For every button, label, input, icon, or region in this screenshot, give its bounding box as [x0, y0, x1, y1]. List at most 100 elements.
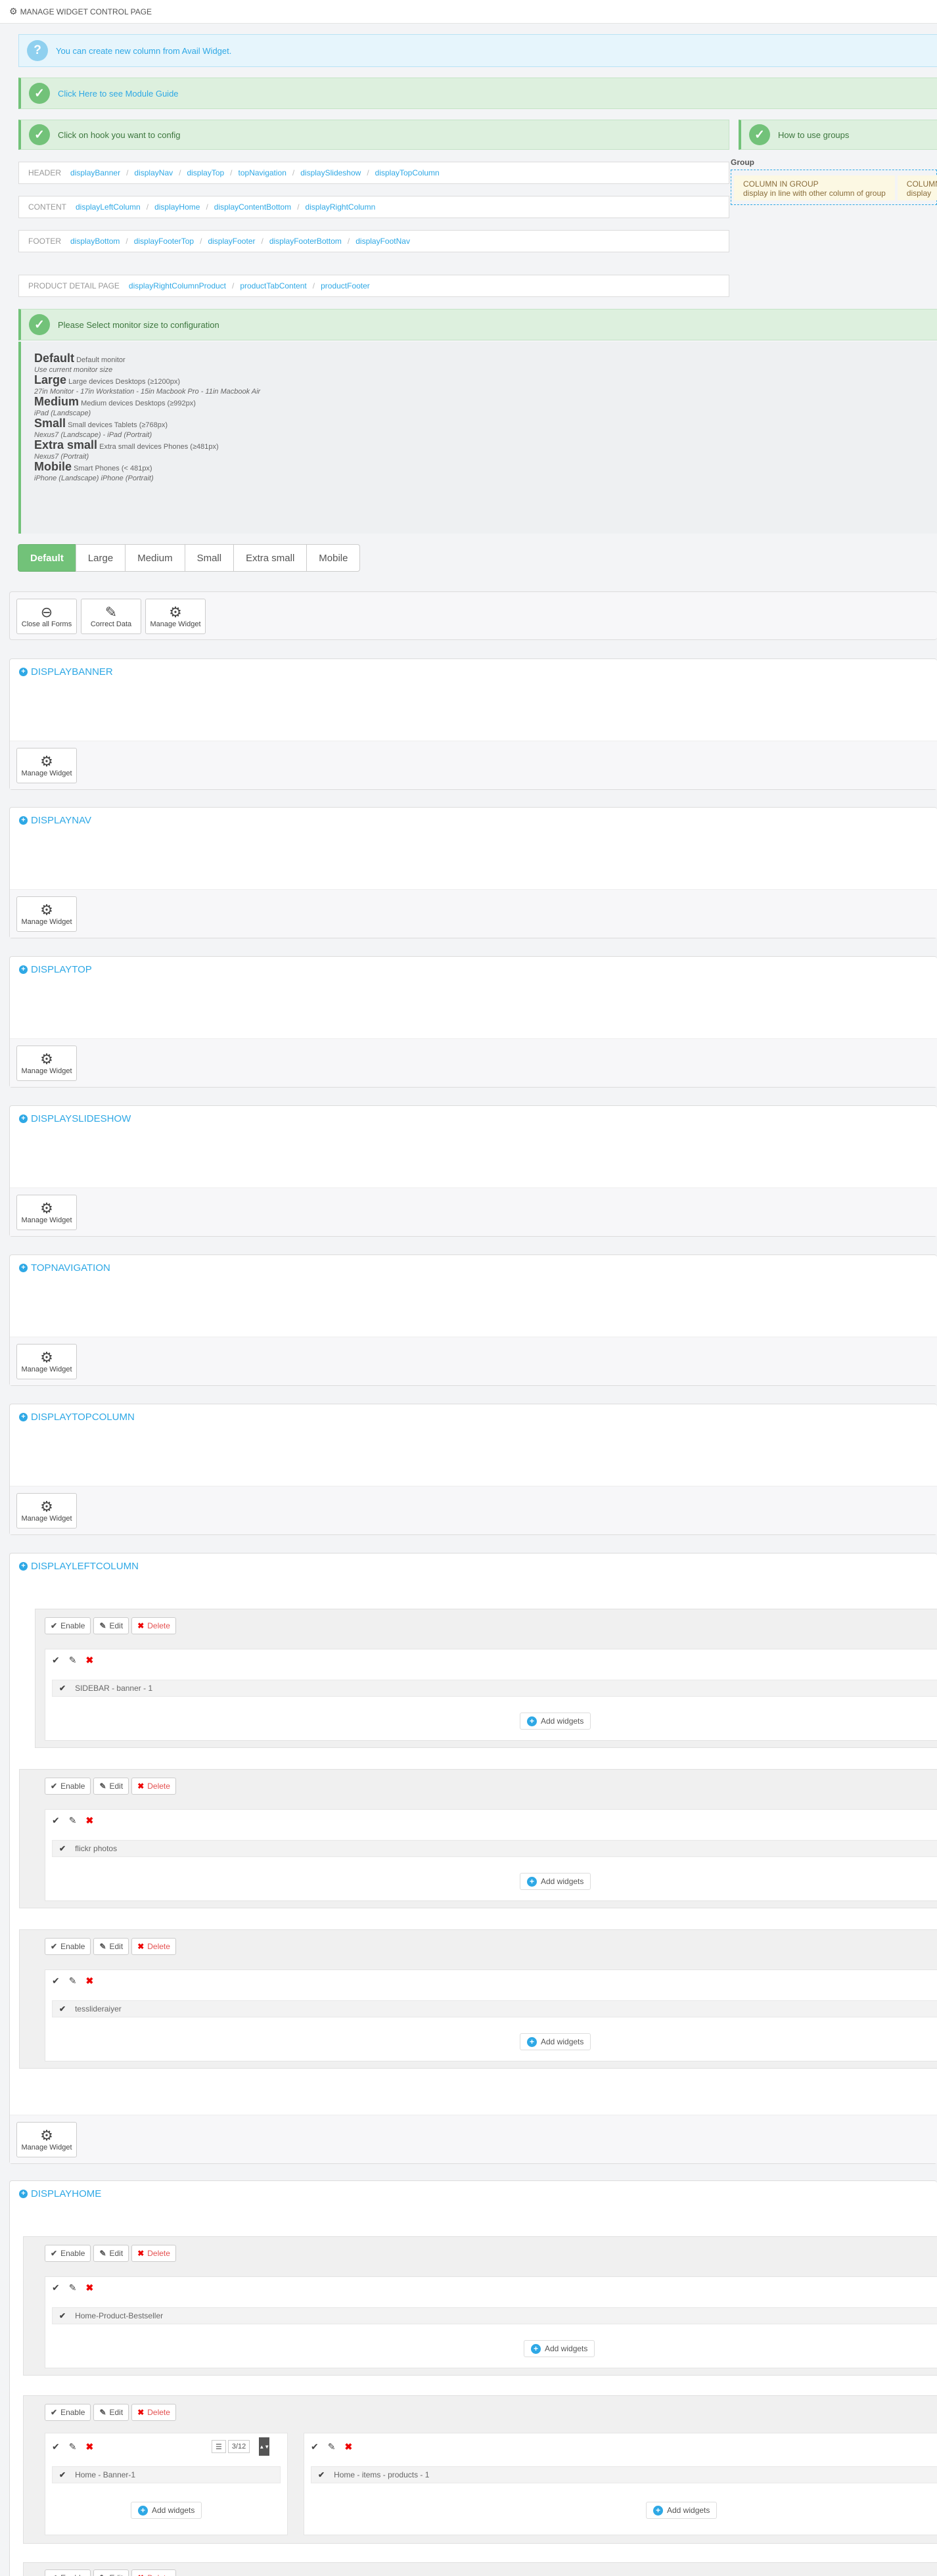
enable-button[interactable]: ✔Enable [45, 1778, 91, 1795]
widget-item[interactable]: ✔ Home - items - products - 1 [311, 2466, 937, 2483]
edit-button[interactable]: ✎Edit [93, 1938, 129, 1955]
hook-link-displaytop[interactable]: displayTop [187, 168, 224, 177]
add-widgets-button[interactable]: + Add widgets [520, 1713, 591, 1730]
hook-link-displayhome[interactable]: displayHome [154, 202, 200, 212]
hook-link-displayslideshow[interactable]: displaySlideshow [300, 168, 361, 177]
check-icon[interactable]: ✔ [52, 1975, 60, 1987]
manage-widget-button[interactable]: ⚙ Manage Widget [16, 1344, 77, 1379]
pencil-icon: ✎ [99, 1782, 106, 1791]
delete-button[interactable]: ✖Delete [131, 1938, 176, 1955]
guide-alert[interactable]: ✓ Click Here to see Module Guide [18, 78, 937, 109]
panel-heading[interactable]: + DISPLAYHOME [10, 2181, 937, 2206]
widget-item[interactable]: ✔ flickr photos [52, 1840, 937, 1857]
close-icon[interactable]: ✖ [85, 1655, 93, 1666]
size-button-default[interactable]: Default [18, 544, 76, 572]
add-widgets-button[interactable]: + Add widgets [524, 2340, 595, 2357]
check-icon[interactable]: ✔ [311, 2441, 319, 2452]
pencil-icon[interactable]: ✎ [69, 1815, 77, 1826]
hook-link-productfooter[interactable]: productFooter [321, 281, 370, 290]
hook-link-displayfooterbottom[interactable]: displayFooterBottom [269, 237, 342, 246]
add-widgets-button[interactable]: + Add widgets [646, 2502, 718, 2519]
edit-button[interactable]: ✎Edit [93, 1617, 129, 1634]
size-button-extra-small[interactable]: Extra small [233, 544, 308, 572]
sort-arrows-icon[interactable]: ▲▼ [259, 2437, 270, 2456]
check-icon[interactable]: ✔ [52, 2441, 60, 2452]
manage-widget-button[interactable]: ⚙ Manage Widget [145, 599, 206, 634]
edit-button[interactable]: ✎Edit [93, 2569, 129, 2576]
add-widgets-button[interactable]: + Add widgets [131, 2502, 202, 2519]
check-icon[interactable]: ✔ [52, 1655, 60, 1666]
hook-link-displayleftcolumn[interactable]: displayLeftColumn [76, 202, 141, 212]
manage-widget-button[interactable]: ⚙ Manage Widget [16, 1195, 77, 1230]
hook-link-displaynav[interactable]: displayNav [134, 168, 173, 177]
panel-heading[interactable]: + DISPLAYBANNER [10, 659, 937, 684]
delete-button[interactable]: ✖Delete [131, 2404, 176, 2421]
widget-item[interactable]: ✔ Home-Product-Bestseller [52, 2307, 937, 2324]
pencil-icon[interactable]: ✎ [69, 1975, 77, 1987]
close-icon[interactable]: ✖ [85, 2441, 93, 2452]
groups-help-text[interactable]: How to use groups [778, 130, 849, 140]
add-widgets-button[interactable]: + Add widgets [520, 1873, 591, 1890]
hook-link-topnavigation[interactable]: topNavigation [239, 168, 286, 177]
pencil-icon[interactable]: ✎ [69, 1655, 77, 1666]
add-widgets-button[interactable]: + Add widgets [520, 2033, 591, 2050]
edit-button[interactable]: ✎Edit [93, 2404, 129, 2421]
close-icon[interactable]: ✖ [85, 2282, 93, 2293]
hook-link-displayrightcolumnproduct[interactable]: displayRightColumnProduct [129, 281, 226, 290]
size-button-mobile[interactable]: Mobile [306, 544, 361, 572]
close-icon[interactable]: ✖ [344, 2441, 352, 2452]
panel-heading[interactable]: + TOPNAVIGATION [10, 1255, 937, 1280]
enable-button[interactable]: ✔Enable [45, 2404, 91, 2421]
hook-link-producttabcontent[interactable]: productTabContent [240, 281, 306, 290]
panel-heading[interactable]: + DISPLAYNAV [10, 808, 937, 833]
enable-button[interactable]: ✔Enable [45, 1617, 91, 1634]
pencil-icon[interactable]: ✎ [328, 2441, 336, 2452]
enable-button[interactable]: ✔Enable [45, 2569, 91, 2576]
edit-button[interactable]: ✎Edit [93, 2245, 129, 2262]
size-button-medium[interactable]: Medium [125, 544, 185, 572]
delete-button[interactable]: ✖Delete [131, 2245, 176, 2262]
hook-link-displayfooter[interactable]: displayFooter [208, 237, 255, 246]
delete-button[interactable]: ✖Delete [131, 1617, 176, 1634]
hook-link-displayrightcolumn[interactable]: displayRightColumn [306, 202, 376, 212]
pencil-icon[interactable]: ✎ [69, 2441, 77, 2452]
module-guide-link[interactable]: Click Here to see Module Guide [58, 89, 179, 99]
delete-button[interactable]: ✖Delete [131, 2569, 176, 2576]
check-icon[interactable]: ✔ [52, 2282, 60, 2293]
manage-widget-button[interactable]: ⚙ Manage Widget [16, 2122, 77, 2157]
enable-button[interactable]: ✔Enable [45, 1938, 91, 1955]
widget-item[interactable]: ✔ Home - Banner-1 [52, 2466, 281, 2483]
close-icon[interactable]: ✖ [85, 1815, 93, 1826]
panel-heading[interactable]: + DISPLAYTOP [10, 957, 937, 982]
hook-link-displaybottom[interactable]: displayBottom [70, 237, 120, 246]
close-all-forms-button[interactable]: ⊖ Close all Forms [16, 599, 77, 634]
hook-link-displayfootertop[interactable]: displayFooterTop [134, 237, 194, 246]
widget-item[interactable]: ✔ tesslideraiyer [52, 2000, 937, 2017]
delete-button[interactable]: ✖Delete [131, 1778, 176, 1795]
pencil-icon[interactable]: ✎ [69, 2282, 77, 2293]
manage-widget-button[interactable]: ⚙ Manage Widget [16, 1493, 77, 1529]
hook-link-displaycontentbottom[interactable]: displayContentBottom [214, 202, 291, 212]
manage-widget-button[interactable]: ⚙ Manage Widget [16, 748, 77, 783]
list-icon[interactable]: ☰ [212, 2440, 226, 2453]
widget-item[interactable]: ✔ SIDEBAR - banner - 1 [52, 1680, 937, 1697]
panel-heading[interactable]: + DISPLAYSLIDESHOW [10, 1106, 937, 1131]
hook-link-displaybanner[interactable]: displayBanner [70, 168, 120, 177]
correct-data-button[interactable]: ✎ Correct Data [81, 599, 141, 634]
width-select[interactable]: 3/12 [227, 2440, 250, 2453]
hook-link-displaytopcolumn[interactable]: displayTopColumn [375, 168, 440, 177]
panel-heading[interactable]: + DISPLAYLEFTCOLUMN [10, 1553, 937, 1578]
panel-heading[interactable]: + DISPLAYTOPCOLUMN [10, 1404, 937, 1429]
size-button-small[interactable]: Small [184, 544, 235, 572]
hook-link-displayfootnav[interactable]: displayFootNav [355, 237, 410, 246]
close-icon[interactable]: ✖ [85, 1975, 93, 1987]
groups-alert[interactable]: ✓ How to use groups [739, 120, 937, 150]
size-button-large[interactable]: Large [75, 544, 126, 572]
panel-title: TOPNAVIGATION [31, 1262, 110, 1274]
column-width-select[interactable]: ☰ 3/12 ▲▼ [210, 2437, 270, 2456]
check-icon[interactable]: ✔ [52, 1815, 60, 1826]
manage-widget-button[interactable]: ⚙ Manage Widget [16, 1046, 77, 1081]
enable-button[interactable]: ✔Enable [45, 2245, 91, 2262]
manage-widget-button[interactable]: ⚙ Manage Widget [16, 896, 77, 932]
edit-button[interactable]: ✎Edit [93, 1778, 129, 1795]
